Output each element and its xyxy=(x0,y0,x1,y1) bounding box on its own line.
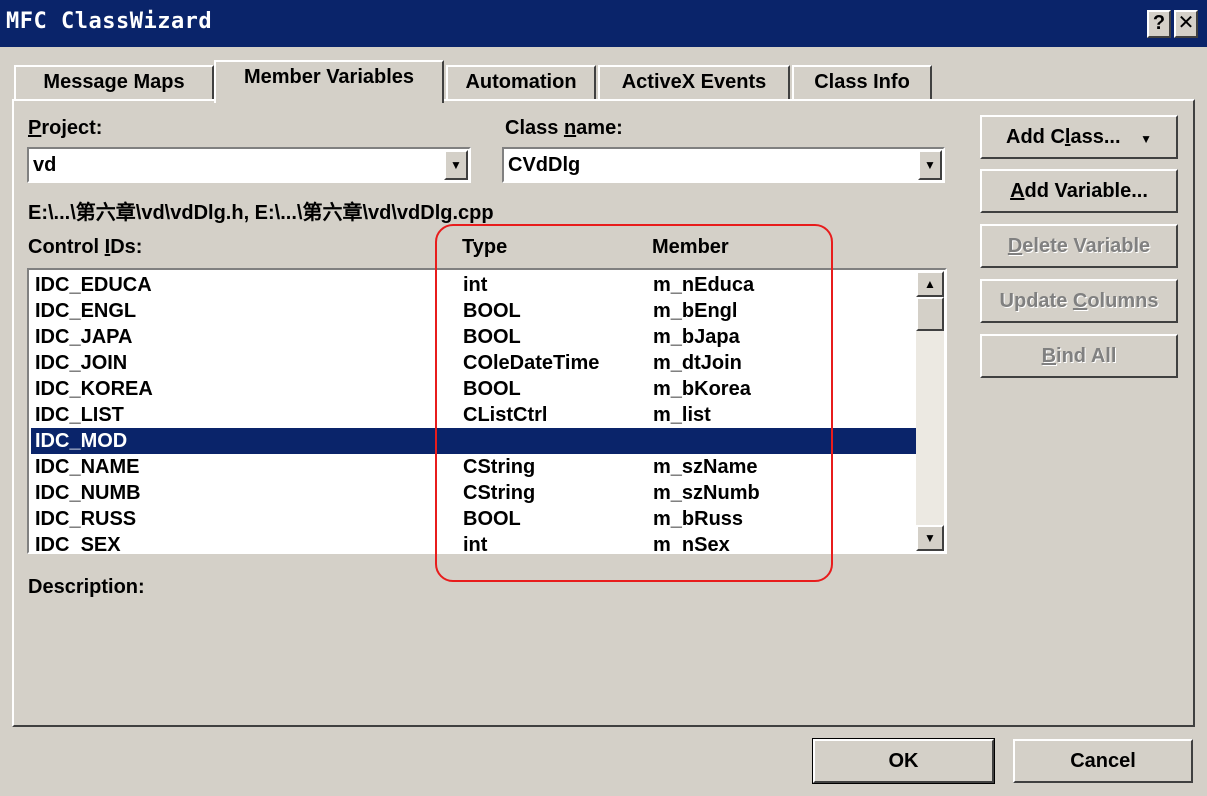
title-bar: MFC ClassWizard ? ✕ xyxy=(0,0,1207,47)
close-button[interactable]: ✕ xyxy=(1174,10,1198,38)
tab-strip: Message Maps Member Variables Automation… xyxy=(14,60,934,103)
list-item[interactable]: IDC_JAPA BOOL m_bJapa xyxy=(31,324,917,350)
class-name-label: Class name: xyxy=(505,117,623,139)
class-name-combobox[interactable]: CVdDlg ▼ xyxy=(502,147,945,183)
list-item[interactable]: IDC_NAME CString m_szName xyxy=(31,454,917,480)
class-name-dropdown-arrow-icon[interactable]: ▼ xyxy=(918,150,942,180)
list-item[interactable]: IDC_KOREA BOOL m_bKorea xyxy=(31,376,917,402)
tab-member-variables[interactable]: Member Variables xyxy=(214,60,444,103)
bind-all-button[interactable]: Bind All xyxy=(980,334,1178,378)
add-variable-button[interactable]: Add Variable... xyxy=(980,169,1178,213)
project-value: vd xyxy=(33,154,57,176)
list-scrollbar[interactable]: ▲ ▼ xyxy=(916,271,944,551)
scroll-up-icon[interactable]: ▲ xyxy=(916,271,944,297)
list-item[interactable]: IDC_ENGL BOOL m_bEngl xyxy=(31,298,917,324)
file-path: E:\...\第六章\vd\vdDlg.h, E:\...\第六章\vd\vdD… xyxy=(28,202,494,224)
project-dropdown-arrow-icon[interactable]: ▼ xyxy=(444,150,468,180)
classwizard-dialog: MFC ClassWizard ? ✕ Message Maps Member … xyxy=(0,0,1207,796)
list-item[interactable]: IDC_SEX int m_nSex xyxy=(31,532,917,552)
window-title: MFC ClassWizard xyxy=(6,9,213,34)
list-item[interactable]: IDC_NUMB CString m_szNumb xyxy=(31,480,917,506)
close-icon: ✕ xyxy=(1177,12,1195,34)
list-item[interactable]: IDC_RUSS BOOL m_bRuss xyxy=(31,506,917,532)
tab-automation[interactable]: Automation xyxy=(446,65,596,101)
cancel-button[interactable]: Cancel xyxy=(1013,739,1193,783)
scroll-down-icon[interactable]: ▼ xyxy=(916,525,944,551)
delete-variable-button[interactable]: Delete Variable xyxy=(980,224,1178,268)
member-column-header: Member xyxy=(652,236,729,258)
list-item[interactable]: IDC_JOIN COleDateTime m_dtJoin xyxy=(31,350,917,376)
dropdown-arrow-icon: ▼ xyxy=(1140,132,1152,146)
list-item[interactable]: IDC_LIST CListCtrl m_list xyxy=(31,402,917,428)
control-ids-list[interactable]: IDC_EDUCA int m_nEduca IDC_ENGL BOOL m_bEngl… xyxy=(27,268,947,554)
control-ids-label: Control IDs: xyxy=(28,236,143,258)
scroll-thumb[interactable] xyxy=(916,297,944,331)
list-item-selected[interactable]: IDC_MOD xyxy=(31,428,917,454)
type-column-header: Type xyxy=(462,236,508,258)
add-class-button[interactable]: Add Class... ▼ xyxy=(980,115,1178,159)
project-combobox[interactable]: vd ▼ xyxy=(27,147,471,183)
tab-class-info[interactable]: Class Info xyxy=(792,65,932,101)
tab-activex-events[interactable]: ActiveX Events xyxy=(598,65,790,101)
tab-message-maps[interactable]: Message Maps xyxy=(14,65,214,101)
list-item[interactable]: IDC_EDUCA int m_nEduca xyxy=(31,272,917,298)
update-columns-button[interactable]: Update Columns xyxy=(980,279,1178,323)
project-label: Project: xyxy=(28,117,103,139)
help-button[interactable]: ? xyxy=(1147,10,1171,38)
ok-button[interactable]: OK xyxy=(812,738,995,784)
class-name-value: CVdDlg xyxy=(508,154,581,176)
description-label: Description: xyxy=(28,576,145,598)
